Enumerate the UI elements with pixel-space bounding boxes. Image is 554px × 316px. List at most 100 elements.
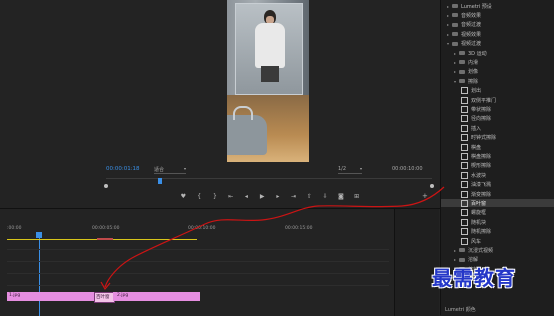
effects-transition-item[interactable]: 划出	[441, 87, 554, 95]
transition-icon	[461, 171, 468, 179]
transition-icon	[461, 124, 468, 132]
tree-item-label: 3D 运动	[468, 50, 487, 57]
effects-transition-item[interactable]: 随机块	[441, 218, 554, 226]
effects-transition-item[interactable]: 径向擦除	[441, 115, 554, 123]
transition-clip[interactable]: 百叶窗	[94, 292, 115, 303]
scrubber-start-handle[interactable]	[104, 184, 108, 188]
transition-icon	[461, 162, 468, 170]
folder-icon	[459, 248, 465, 253]
play-icon[interactable]: ▶	[259, 193, 266, 200]
go-to-in-icon[interactable]: ⇤	[227, 193, 234, 200]
effects-folder-item[interactable]: ▸ 音频过渡	[441, 21, 554, 29]
effects-transition-item[interactable]: 棋盘擦除	[441, 152, 554, 160]
effects-transition-item[interactable]: 油漆飞溅	[441, 181, 554, 189]
folder-icon	[452, 32, 458, 37]
transition-icon	[461, 134, 468, 142]
tree-item-label: 随机擦除	[471, 229, 492, 236]
tree-item-label: 音频效果	[461, 12, 482, 19]
monitor-scrubber[interactable]	[106, 178, 432, 185]
effects-transition-item[interactable]: 百叶窗	[441, 199, 554, 208]
effects-folder-item[interactable]: ▾ 视频过渡	[441, 40, 554, 48]
tree-item-label: Lumetri 预设	[461, 3, 492, 10]
tree-item-label: 时钟式擦除	[471, 135, 497, 142]
effects-transition-item[interactable]: 插入	[441, 124, 554, 132]
lift-icon[interactable]: ⇧	[306, 193, 313, 200]
effects-transition-item[interactable]: 渐变擦除	[441, 190, 554, 198]
timeline-panel: :00:00 00:00:05:00 00:00:10:00 00:00:15:…	[0, 208, 440, 316]
effects-transition-item[interactable]: 棋盘	[441, 143, 554, 151]
effects-transition-item[interactable]: 时钟式擦除	[441, 134, 554, 142]
folder-icon	[459, 60, 465, 65]
playhead-marker[interactable]	[158, 178, 162, 184]
tree-item-label: 楔形擦除	[471, 163, 492, 170]
tree-item-label: 插入	[471, 125, 482, 132]
out-point-icon[interactable]: }	[212, 193, 219, 200]
effects-folder-item[interactable]: ▸ 内滑	[441, 58, 554, 66]
tree-item-label: 渐变擦除	[471, 191, 492, 198]
resolution-dropdown[interactable]: 1/2 ▾	[338, 166, 362, 174]
ruler-label: 00:00:10:00	[188, 226, 216, 231]
transition-icon	[461, 190, 468, 198]
effects-folder-item[interactable]: ▾ 擦除	[441, 77, 554, 85]
effects-transition-item[interactable]: 带状擦除	[441, 105, 554, 113]
tree-item-label: 带状擦除	[471, 106, 492, 113]
transition-icon	[461, 152, 468, 160]
clip-1[interactable]: 1.jpg	[7, 292, 100, 301]
go-to-out-icon[interactable]: ⇥	[290, 193, 297, 200]
transition-icon	[461, 96, 468, 104]
tree-item-label: 视频过渡	[461, 41, 482, 48]
effects-transition-item[interactable]: 双侧平推门	[441, 96, 554, 104]
tree-item-label: 双侧平推门	[471, 97, 497, 104]
effects-folder-item[interactable]: ▸ 划像	[441, 68, 554, 76]
tree-item-label: 视频效果	[461, 31, 482, 38]
fit-dropdown[interactable]: 适合 ▾	[154, 166, 186, 174]
effects-transition-item[interactable]: 楔形擦除	[441, 162, 554, 170]
tree-item-label: 油漆飞溅	[471, 182, 492, 189]
scrubber-end-handle[interactable]	[430, 184, 434, 188]
transition-icon	[461, 181, 468, 189]
clip-2[interactable]: 2.jpg	[113, 292, 200, 301]
export-frame-icon[interactable]: ◙	[338, 193, 345, 200]
folder-icon	[459, 69, 465, 74]
tree-item-label: 棋盘	[471, 144, 482, 151]
effects-folder-item[interactable]: ▸ 视频效果	[441, 30, 554, 38]
fit-dropdown-value: 适合	[154, 167, 165, 173]
effects-transition-item[interactable]: 随机擦除	[441, 228, 554, 236]
tree-item-label: 划出	[471, 88, 482, 95]
add-button-icon[interactable]: +	[422, 192, 428, 200]
transition-icon	[461, 237, 468, 245]
effects-folder-item[interactable]: ▸ Lumetri 预设	[441, 2, 554, 10]
effects-transition-item[interactable]: 螺旋框	[441, 209, 554, 217]
tree-item-label: 径向擦除	[471, 116, 492, 123]
in-point-icon[interactable]: {	[196, 193, 203, 200]
marker-icon[interactable]: ♥	[180, 193, 187, 200]
extract-icon[interactable]: ⇩	[322, 193, 329, 200]
step-back-icon[interactable]: ◂	[243, 193, 250, 200]
tree-item-label: 棋盘擦除	[471, 153, 492, 160]
tree-item-label: 划像	[468, 69, 479, 76]
button-editor-icon[interactable]: ⊞	[353, 193, 360, 200]
effects-transition-item[interactable]: 水波块	[441, 171, 554, 179]
tree-item-label: 水波块	[471, 172, 487, 179]
transition-icon	[461, 199, 468, 207]
effects-folder-item[interactable]: ▸ 音频效果	[441, 11, 554, 19]
playhead-timecode[interactable]: 00:00:01:18	[106, 166, 140, 172]
transition-icon	[461, 105, 468, 113]
folder-icon	[452, 13, 458, 18]
folder-icon	[459, 51, 465, 55]
tree-item-label: 内滑	[468, 59, 479, 66]
chevron-down-icon: ▾	[359, 166, 362, 171]
tree-item-label: 风车	[471, 238, 482, 245]
tree-item-label: 音频过渡	[461, 22, 482, 29]
effects-folder-item[interactable]: ▸ 沉浸式视频	[441, 246, 554, 254]
transition-icon	[461, 228, 468, 236]
effects-transition-item[interactable]: 风车	[441, 237, 554, 245]
footer-label: Lumetri 颜色	[445, 307, 476, 313]
sequence-duration: 00:00:10:00	[392, 166, 423, 172]
transition-icon	[461, 115, 468, 123]
folder-icon	[452, 4, 458, 8]
clip-label: 2.jpg	[117, 293, 129, 298]
resolution-value: 1/2	[338, 166, 347, 172]
effects-folder-item[interactable]: ▸ 3D 运动	[441, 49, 554, 57]
step-forward-icon[interactable]: ▸	[275, 193, 282, 200]
